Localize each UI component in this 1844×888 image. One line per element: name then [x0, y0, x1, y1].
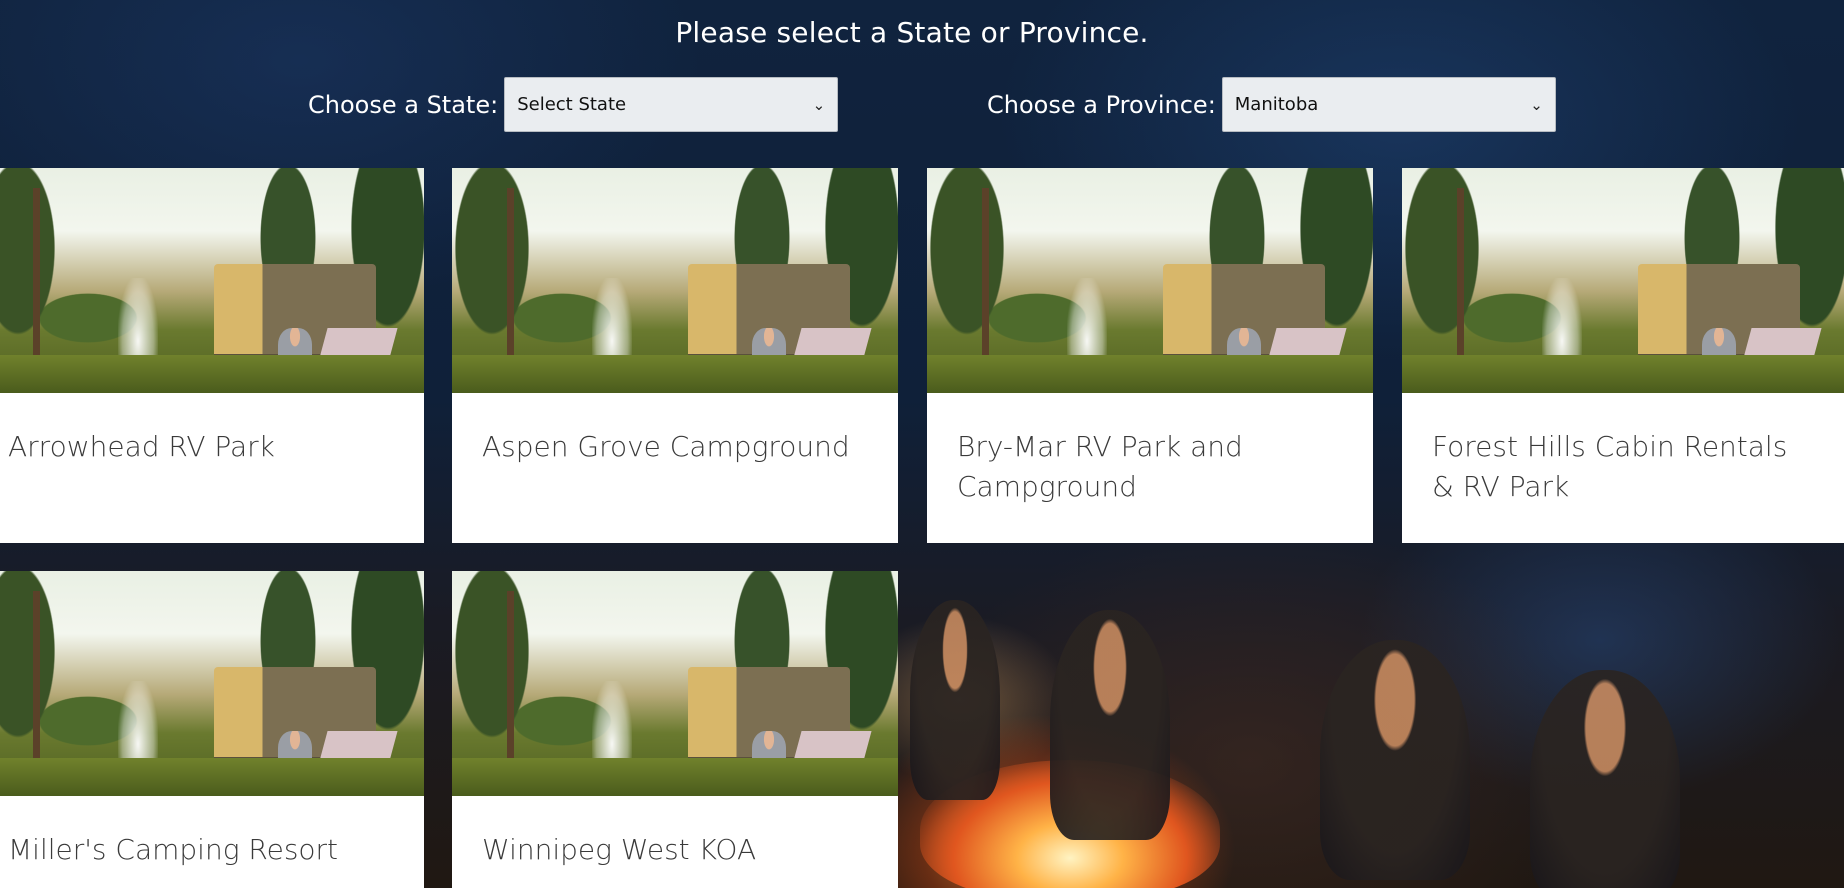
campground-card[interactable]: Forest Hills Cabin Rentals & RV Park	[1402, 168, 1844, 543]
province-select[interactable]: Manitoba ⌄	[1221, 77, 1556, 132]
chevron-down-icon: ⌄	[812, 95, 826, 114]
campground-name: Bry-Mar RV Park and Campground	[957, 430, 1243, 503]
photo-ground	[452, 355, 898, 393]
photo-ground	[0, 355, 424, 393]
campground-name: Aspen Grove Campground	[482, 430, 850, 463]
campground-card[interactable]: Miller's Camping Resort	[0, 571, 424, 888]
background-person	[1530, 670, 1680, 888]
photo-ground	[1402, 355, 1844, 393]
photo-ground	[0, 758, 424, 796]
state-select-value: Select State	[517, 94, 627, 115]
campground-name: Winnipeg West KOA	[482, 833, 757, 866]
background-person	[1050, 610, 1170, 840]
background-person	[1320, 640, 1470, 880]
state-chooser: Choose a State: Select State ⌄	[308, 77, 839, 132]
campground-name: Forest Hills Cabin Rentals & RV Park	[1432, 430, 1788, 503]
campground-photo	[452, 571, 898, 796]
background-person	[910, 600, 1000, 800]
campground-photo	[452, 168, 898, 393]
campground-card[interactable]: Aspen Grove Campground	[452, 168, 898, 543]
campground-photo	[927, 168, 1373, 393]
province-chooser: Choose a Province: Manitoba ⌄	[987, 77, 1556, 132]
campground-name: Miller's Camping Resort	[8, 833, 339, 866]
campground-name: Arrowhead RV Park	[8, 430, 275, 463]
chevron-down-icon: ⌄	[1530, 95, 1543, 114]
state-label: Choose a State:	[308, 90, 499, 119]
photo-ground	[452, 758, 898, 796]
province-label: Choose a Province:	[987, 90, 1216, 119]
campground-card[interactable]: Bry-Mar RV Park and Campground	[927, 168, 1373, 543]
campground-card[interactable]: Arrowhead RV Park	[0, 168, 424, 543]
campground-photo	[1402, 168, 1844, 393]
campground-photo	[0, 168, 424, 393]
province-select-value: Manitoba	[1234, 94, 1319, 115]
campground-photo	[0, 571, 424, 796]
campground-card[interactable]: Winnipeg West KOA	[452, 571, 898, 888]
state-select[interactable]: Select State ⌄	[504, 77, 839, 132]
page-title: Please select a State or Province.	[675, 16, 1149, 49]
photo-ground	[927, 355, 1373, 393]
